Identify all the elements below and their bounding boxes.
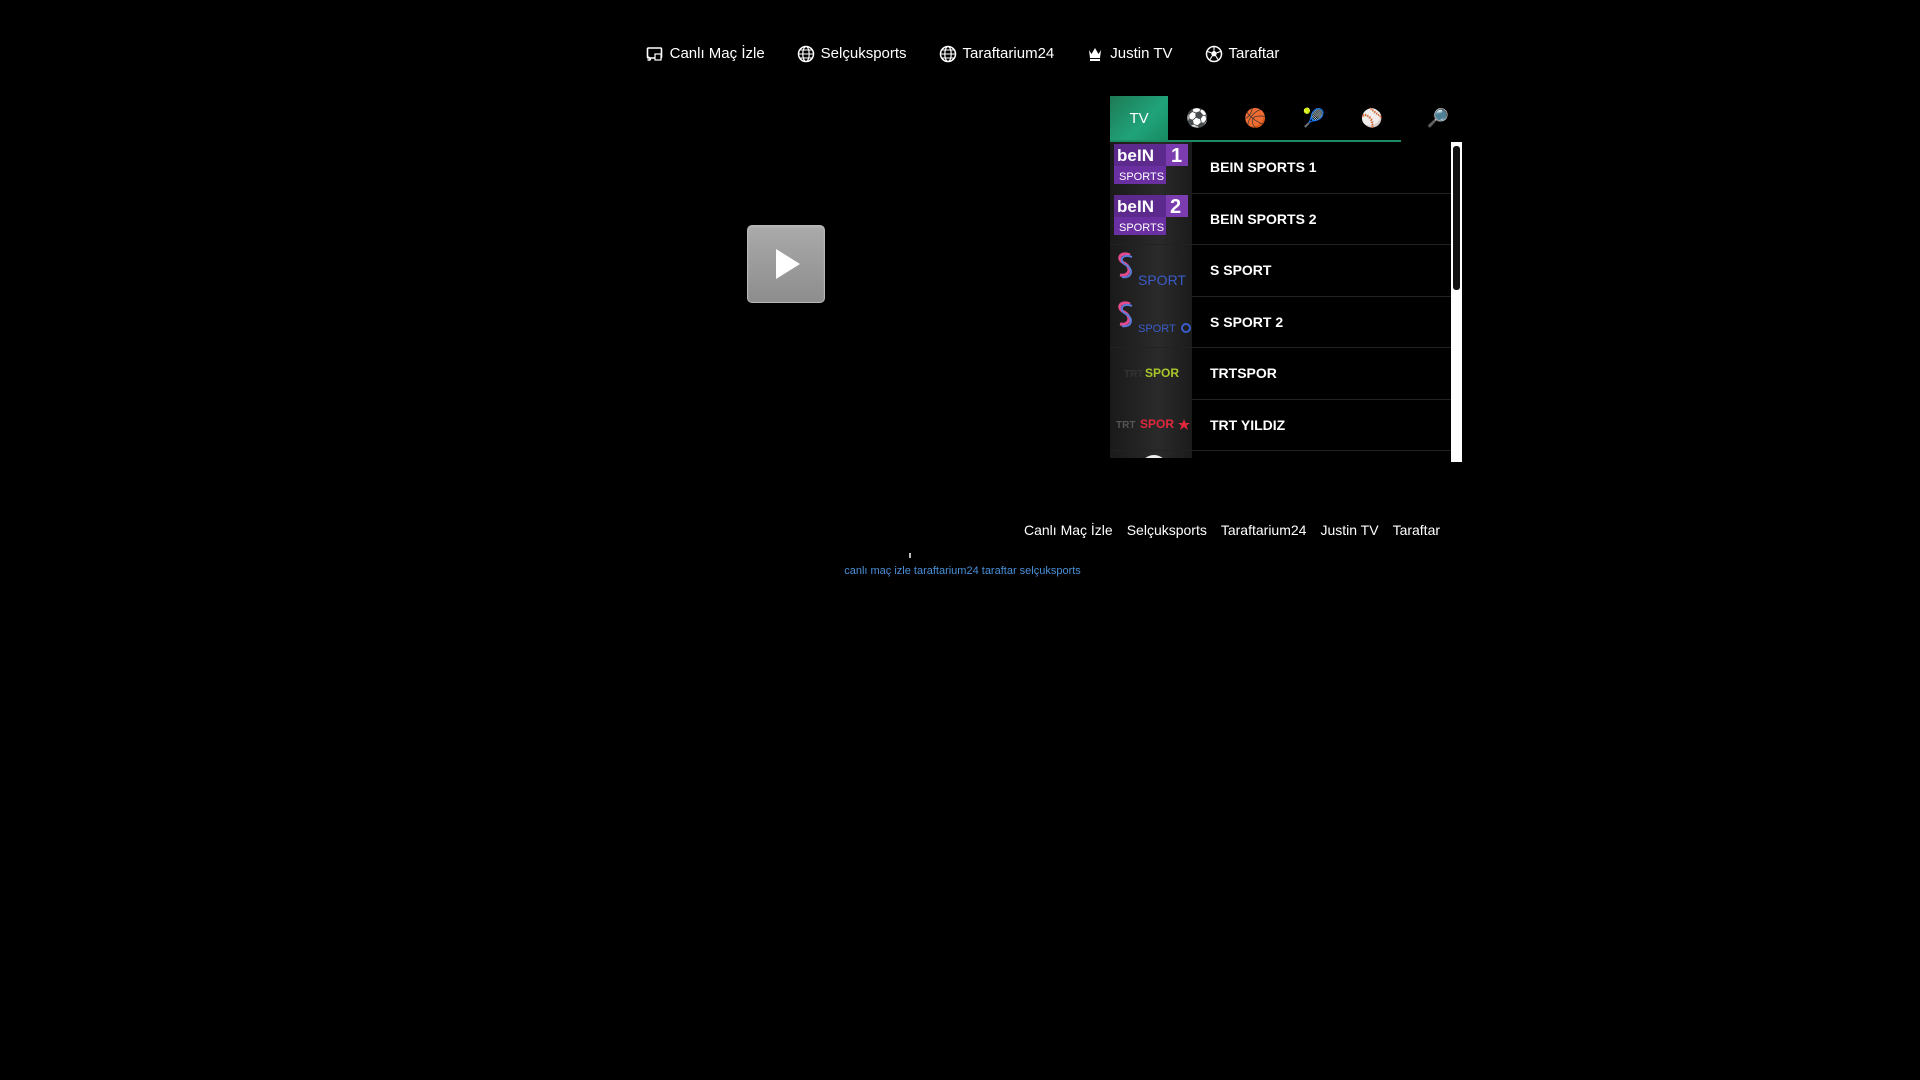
tab-basketball[interactable]: 🏀 <box>1226 96 1284 140</box>
play-icon <box>776 249 800 279</box>
channel-item[interactable]: SPORT S SPORT 2 <box>1110 296 1462 348</box>
svg-text:1: 1 <box>1171 145 1182 167</box>
svg-text:TRT: TRT <box>1124 369 1143 380</box>
footer-tagline[interactable]: canlı maç izle taraftarium24 taraftar se… <box>0 565 1920 577</box>
svg-text:SPORT: SPORT <box>1138 272 1186 288</box>
footer-link-taraftar[interactable]: Taraftar <box>1393 522 1440 538</box>
top-navigation: Canlı Maç İzle Selçuksports Taraftarium2… <box>0 42 1920 66</box>
channel-name: S SPORT <box>1210 262 1272 279</box>
footer-link-canli-mac-izle[interactable]: Canlı Maç İzle <box>1024 522 1113 538</box>
svg-text:TRT: TRT <box>1116 420 1135 431</box>
category-tabs: TV ⚽ 🏀 🎾 ⚾ <box>1110 96 1401 142</box>
play-button[interactable] <box>747 225 825 303</box>
svg-text:IN: IN <box>1137 146 1154 165</box>
search-icon: 🔎 <box>1426 107 1450 128</box>
svg-text:SPOR: SPOR <box>1145 366 1179 380</box>
svg-text:IN: IN <box>1137 197 1154 216</box>
channel-name: BEIN SPORTS 2 <box>1210 210 1317 227</box>
channel-name: S SPORT 2 <box>1210 313 1284 330</box>
tv-cast-icon <box>646 45 664 63</box>
bein-sports-2-logo: be IN 2 SPORTS <box>1110 193 1192 245</box>
svg-text:SPOR: SPOR <box>1140 417 1174 431</box>
channel-list-scrollbar[interactable] <box>1451 142 1462 462</box>
trt-spor-logo: TRT SPOR <box>1110 347 1192 399</box>
tab-football[interactable]: ⚽ <box>1168 96 1226 140</box>
tab-search[interactable]: 🔎 <box>1409 96 1467 140</box>
nav-link-label: Selçuksports <box>820 45 907 62</box>
nav-link-label: Taraftarium24 <box>962 45 1055 62</box>
basketball-icon: 🏀 <box>1244 107 1267 128</box>
footer-links: Canlı Maç İzle Selçuksports Taraftarium2… <box>1024 522 1440 538</box>
channel-item[interactable]: TRT SPOR TRT YILDIZ <box>1110 399 1462 451</box>
bein-sports-1-logo: be IN 1 SPORTS <box>1110 142 1192 193</box>
channel-panel: TV ⚽ 🏀 🎾 ⚾ 🔎 be IN 1 SPORTS BEIN SPORTS … <box>1110 96 1462 462</box>
nav-link-taraftar[interactable]: Taraftar <box>1205 42 1280 66</box>
s-sport-2-logo: SPORT <box>1110 296 1192 348</box>
scrollbar-thumb[interactable] <box>1453 146 1460 290</box>
svg-text:SPORTS: SPORTS <box>1119 171 1164 183</box>
tennis-icon: 🎾 <box>1302 107 1325 128</box>
channel-name: TRT YILDIZ <box>1210 416 1286 433</box>
channel-item[interactable]: be IN 2 SPORTS BEIN SPORTS 2 <box>1110 193 1462 245</box>
channel-name: BEIN SPORTS 1 <box>1210 159 1317 176</box>
footer-link-justin-tv[interactable]: Justin TV <box>1320 522 1378 538</box>
svg-text:2: 2 <box>1170 196 1181 218</box>
nav-link-label: Canlı Maç İzle <box>669 45 765 62</box>
svg-text:SPORT: SPORT <box>1138 323 1176 335</box>
s-sport-logo: SPORT <box>1110 244 1192 296</box>
channel-item[interactable]: SPORT S SPORT <box>1110 244 1462 297</box>
nav-link-selcuksports[interactable]: Selçuksports <box>797 42 907 66</box>
globe-icon <box>797 45 815 63</box>
channel-name: TRTSPOR <box>1210 365 1277 382</box>
trt-spor-yildiz-logo: TRT SPOR <box>1110 399 1192 451</box>
svg-text:be: be <box>1117 146 1137 165</box>
video-player[interactable] <box>450 96 1110 558</box>
footer-link-taraftarium24[interactable]: Taraftarium24 <box>1221 522 1307 538</box>
baseball-icon: ⚾ <box>1360 107 1384 128</box>
soccer-ball-icon: ⚽ <box>1186 107 1209 128</box>
svg-text:SPORTS: SPORTS <box>1119 222 1164 234</box>
nav-link-canli-mac-izle[interactable]: Canlı Maç İzle <box>646 42 765 66</box>
tab-baseball[interactable]: ⚾ <box>1343 96 1401 140</box>
soccer-ball-icon <box>1205 45 1223 63</box>
tab-tv[interactable]: TV <box>1110 96 1169 140</box>
nav-link-label: Taraftar <box>1228 45 1280 62</box>
svg-text:be: be <box>1117 197 1137 216</box>
globe-icon <box>939 45 957 63</box>
nav-link-label: Justin TV <box>1110 45 1173 62</box>
tab-tennis[interactable]: 🎾 <box>1285 96 1343 140</box>
player-progress-marker <box>909 553 911 558</box>
channel-item[interactable]: be IN 1 SPORTS BEIN SPORTS 1 <box>1110 142 1462 194</box>
channel-list: be IN 1 SPORTS BEIN SPORTS 1 be IN 2 SPO… <box>1110 142 1462 458</box>
crown-icon <box>1086 45 1104 63</box>
footer-link-selcuksports[interactable]: Selçuksports <box>1127 522 1207 538</box>
channel-item[interactable] <box>1110 450 1462 458</box>
nav-link-taraftarium24[interactable]: Taraftarium24 <box>939 42 1055 66</box>
nav-link-justin-tv[interactable]: Justin TV <box>1086 42 1173 66</box>
channel-logo <box>1110 450 1192 458</box>
channel-item[interactable]: TRT SPOR TRTSPOR <box>1110 347 1462 400</box>
